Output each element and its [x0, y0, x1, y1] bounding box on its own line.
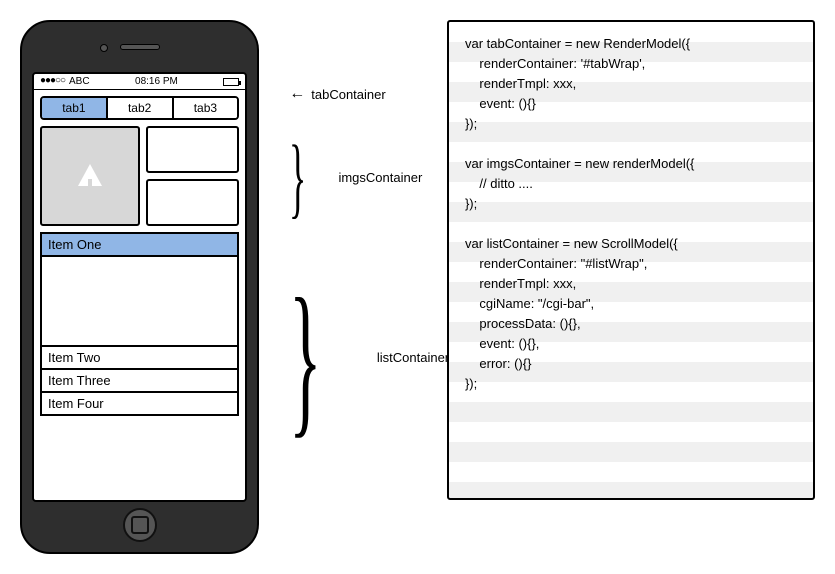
list-container: Item One Item TwoItem ThreeItem Four [40, 232, 239, 416]
list-item[interactable]: Item Two [40, 347, 239, 370]
image-placeholder-small[interactable] [146, 126, 239, 173]
phone-frame: ●●●○○ ABC 08:16 PM tab1tab2tab3 [20, 20, 259, 554]
code-line [465, 214, 797, 234]
tab-tab3[interactable]: tab3 [174, 98, 238, 118]
list-item[interactable]: Item One [40, 232, 239, 257]
tab-container: tab1tab2tab3 [40, 96, 239, 120]
picture-icon [70, 156, 110, 196]
signal-icon: ●●●○○ [40, 76, 65, 87]
list-item[interactable]: Item Four [40, 393, 239, 416]
code-line: cgiName: "/cgi-bar", [465, 294, 797, 314]
phone-screen: ●●●○○ ABC 08:16 PM tab1tab2tab3 [32, 72, 247, 502]
code-panel: var tabContainer = new RenderModel({ ren… [447, 20, 815, 500]
home-button[interactable] [123, 508, 157, 542]
code-line: var tabContainer = new RenderModel({ [465, 34, 797, 54]
code-line: renderTmpl: xxx, [465, 274, 797, 294]
code-line: renderTmpl: xxx, [465, 74, 797, 94]
code-line: event: (){}, [465, 334, 797, 354]
code-line: // ditto .... [465, 174, 797, 194]
imgs-container [40, 126, 239, 226]
code-line: var listContainer = new ScrollModel({ [465, 234, 797, 254]
arrow-icon: ← [289, 86, 305, 102]
clock-label: 08:16 PM [135, 76, 178, 87]
code-line: }); [465, 114, 797, 134]
code-line: error: (){} [465, 354, 797, 374]
code-line: renderContainer: "#listWrap", [465, 254, 797, 274]
tab-tab2[interactable]: tab2 [108, 98, 174, 118]
list-item[interactable]: Item Three [40, 370, 239, 393]
code-line: processData: (){}, [465, 314, 797, 334]
annotation-label-tab: tabContainer [311, 87, 385, 102]
image-placeholder-large[interactable] [40, 126, 140, 226]
carrier-label: ABC [69, 76, 90, 87]
code-line [465, 134, 797, 154]
code-line: event: (){} [465, 94, 797, 114]
code-line: }); [465, 374, 797, 394]
list-item-body [40, 257, 239, 347]
image-placeholder-small[interactable] [146, 179, 239, 226]
code-line: renderContainer: '#tabWrap', [465, 54, 797, 74]
annotation-label-imgs: imgsContainer [338, 170, 422, 185]
code-line: }); [465, 194, 797, 214]
battery-icon [223, 78, 239, 86]
tab-tab1[interactable]: tab1 [42, 98, 108, 118]
annotation-label-list: listContainer [377, 350, 449, 365]
code-line: var imgsContainer = new renderModel({ [465, 154, 797, 174]
status-bar: ●●●○○ ABC 08:16 PM [34, 74, 245, 90]
